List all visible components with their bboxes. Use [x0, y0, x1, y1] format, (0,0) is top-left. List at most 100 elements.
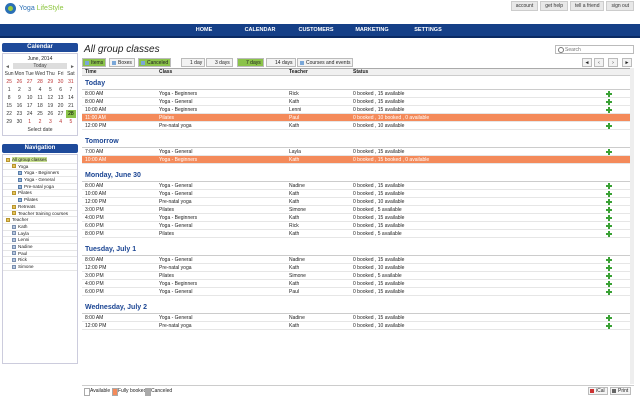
ical-button[interactable]: iCal [588, 387, 608, 395]
table-row[interactable]: 3:00 PM Pilates Simone 0 booked , 5 availab… [82, 272, 634, 280]
calendar-day[interactable]: 11 [35, 94, 45, 102]
calendar-day[interactable]: 30 [55, 78, 65, 86]
one-day-button[interactable]: 1 day [181, 58, 206, 67]
add-booking-icon[interactable] [606, 289, 612, 295]
calendar-day[interactable]: 27 [55, 110, 65, 118]
calendar-day[interactable]: 7 [66, 86, 76, 94]
add-booking-icon[interactable] [606, 123, 612, 129]
nav-home[interactable]: HOME [176, 27, 232, 33]
add-booking-icon[interactable] [606, 315, 612, 321]
calendar-day[interactable]: 9 [14, 94, 24, 102]
calendar-day[interactable]: 5 [45, 86, 55, 94]
tell-a-friend-link[interactable]: tell a friend [570, 1, 605, 11]
calendar-day[interactable]: 8 [4, 94, 14, 102]
calendar-day[interactable]: 3 [45, 118, 55, 126]
table-row[interactable]: 8:00 PM Pilates Kath 0 booked , 5 available [82, 230, 634, 238]
table-row[interactable]: 10:00 AM Yoga - Beginners Lenni 0 booked , … [82, 106, 634, 114]
tree-item[interactable]: Pre-natal yoga [3, 184, 77, 191]
add-booking-icon[interactable] [606, 215, 612, 221]
calendar-day[interactable]: 16 [14, 102, 24, 110]
account-link[interactable]: account [510, 1, 539, 11]
tree-item[interactable]: Teacher [3, 217, 77, 224]
add-booking-icon[interactable] [606, 231, 612, 237]
tree-item[interactable]: Pilates [3, 190, 77, 198]
table-row[interactable]: 12:00 PM Pre-natal yoga Kath 0 booked , 10 … [82, 322, 634, 330]
first-page-icon[interactable]: ◄ [582, 58, 592, 67]
table-row[interactable]: 3:00 PM Pilates Simone 0 booked , 5 availab… [82, 206, 634, 214]
next-page-icon[interactable]: › [608, 58, 618, 67]
add-booking-icon[interactable] [606, 207, 612, 213]
calendar-day[interactable]: 27 [25, 78, 35, 86]
table-row[interactable]: 6:00 PM Yoga - General Paul 0 booked , 15 a… [82, 288, 634, 296]
add-booking-icon[interactable] [606, 265, 612, 271]
sign-out-link[interactable]: sign out [606, 1, 634, 11]
nav-marketing[interactable]: MARKETING [344, 27, 400, 33]
calendar-day[interactable]: 28 [35, 78, 45, 86]
three-days-button[interactable]: 3 days [206, 58, 233, 67]
nav-settings[interactable]: SETTINGS [400, 27, 456, 33]
calendar-day[interactable]: 24 [25, 110, 35, 118]
calendar-day[interactable]: 6 [55, 86, 65, 94]
calendar-day[interactable]: 13 [55, 94, 65, 102]
calendar-day[interactable]: 26 [45, 110, 55, 118]
tree-item[interactable]: Yoga - Beginners [3, 170, 77, 178]
table-row[interactable]: 8:00 AM Yoga - General Kath 0 booked , 15 a… [82, 98, 634, 106]
calendar-day[interactable]: 14 [66, 94, 76, 102]
select-date-button[interactable]: Select date [3, 127, 77, 133]
tree-item[interactable]: Simone [3, 264, 77, 271]
add-booking-icon[interactable] [606, 191, 612, 197]
calendar-day[interactable]: 1 [4, 86, 14, 94]
tree-item[interactable]: Yoga - General [3, 177, 77, 184]
boxes-view-button[interactable]: Boxes [109, 58, 135, 67]
add-booking-icon[interactable] [606, 281, 612, 287]
calendar-day[interactable]: 4 [55, 118, 65, 126]
add-booking-icon[interactable] [606, 199, 612, 205]
nav-customers[interactable]: CUSTOMERS [288, 27, 344, 33]
table-row[interactable]: 4:00 PM Yoga - Beginners Kath 0 booked , 15… [82, 214, 634, 222]
col-status[interactable]: Status [353, 69, 368, 75]
calendar-day[interactable]: 15 [4, 102, 14, 110]
calendar-day[interactable]: 31 [66, 78, 76, 86]
calendar-day[interactable]: 30 [14, 118, 24, 126]
calendar-day[interactable]: 2 [14, 86, 24, 94]
seven-days-button[interactable]: 7 days [237, 58, 264, 67]
tree-item[interactable]: Paul [3, 251, 77, 258]
calendar-day[interactable]: 22 [4, 110, 14, 118]
calendar-day[interactable]: 26 [14, 78, 24, 86]
calendar-day[interactable]: 17 [25, 102, 35, 110]
tree-item[interactable]: Kath [3, 224, 77, 231]
calendar-day[interactable]: 29 [4, 118, 14, 126]
calendar-day[interactable]: 5 [66, 118, 76, 126]
col-teacher[interactable]: Teacher [289, 69, 308, 75]
tree-item[interactable]: Lenni [3, 237, 77, 244]
calendar-day[interactable]: 10 [25, 94, 35, 102]
table-row[interactable]: 12:00 PM Pre-natal yoga Kath 0 booked , 10 … [82, 264, 634, 272]
canceled-filter-button[interactable]: Canceled [138, 58, 172, 67]
add-booking-icon[interactable] [606, 99, 612, 105]
tree-item[interactable]: Teacher training courses [3, 211, 77, 218]
calendar-day[interactable]: 2 [35, 118, 45, 126]
calendar-day[interactable]: 4 [35, 86, 45, 94]
courses-events-button[interactable]: Courses and events [297, 58, 354, 67]
table-row[interactable]: 11:00 AM Pilates Paul 0 booked , 10 booked … [82, 114, 634, 122]
table-row[interactable]: 4:00 PM Yoga - Beginners Kath 0 booked , 15… [82, 280, 634, 288]
tree-item[interactable]: Rick [3, 257, 77, 264]
calendar-day[interactable]: 29 [45, 78, 55, 86]
add-booking-icon[interactable] [606, 223, 612, 229]
col-time[interactable]: Time [85, 69, 97, 75]
search-input[interactable]: Search [555, 45, 634, 54]
table-row[interactable]: 12:00 PM Pre-natal yoga Kath 0 booked , 10 … [82, 198, 634, 206]
calendar-day[interactable]: 19 [45, 102, 55, 110]
add-booking-icon[interactable] [606, 149, 612, 155]
calendar-day[interactable]: 1 [25, 118, 35, 126]
table-row[interactable]: 8:00 AM Yoga - Beginners Rick 0 booked , 15… [82, 90, 634, 98]
items-view-button[interactable]: Items [82, 58, 107, 67]
add-booking-icon[interactable] [606, 183, 612, 189]
calendar-day[interactable]: 23 [14, 110, 24, 118]
nav-calendar[interactable]: CALENDAR [232, 27, 288, 33]
tree-item[interactable]: All group classes [3, 157, 77, 164]
tree-item[interactable]: Layla [3, 231, 77, 238]
get-help-link[interactable]: get help [540, 1, 569, 11]
tree-item[interactable]: Retreats [3, 204, 77, 211]
calendar-day[interactable]: 18 [35, 102, 45, 110]
